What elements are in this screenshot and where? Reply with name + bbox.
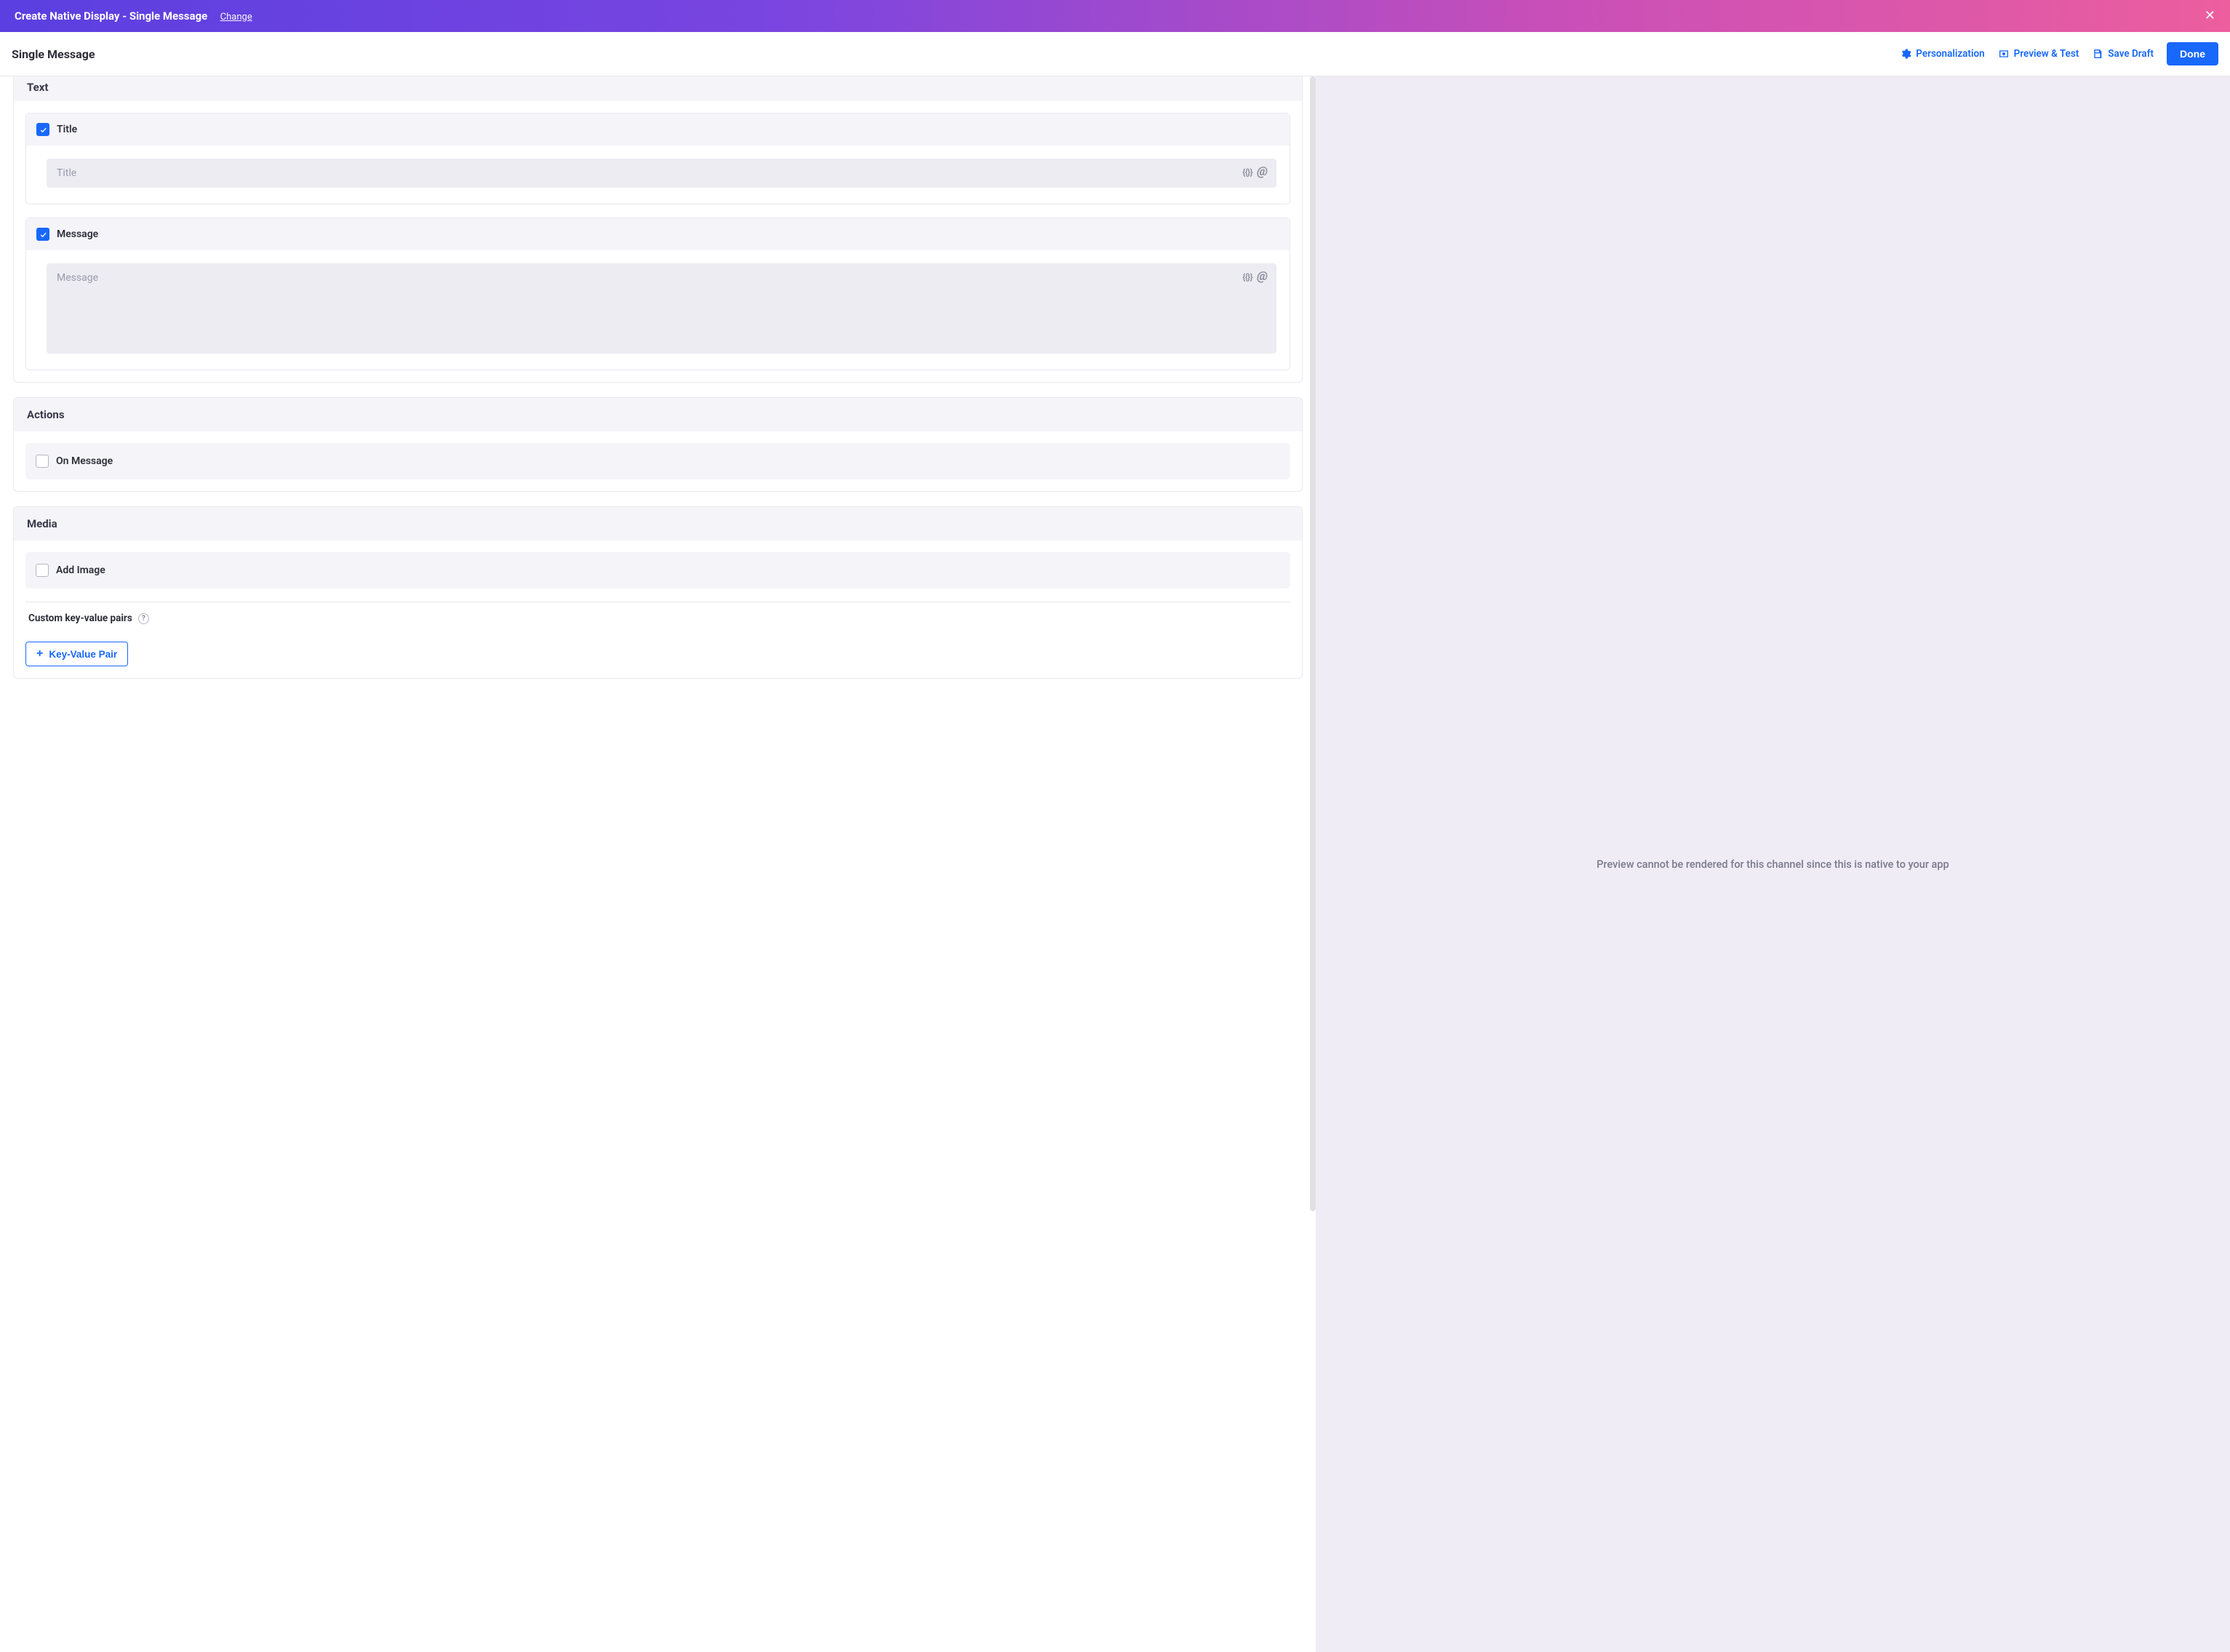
toolbar-actions: Personalization Preview & Test Save Draf…: [1900, 42, 2218, 65]
personalization-label: Personalization: [1916, 48, 1984, 60]
custom-kv-heading: Custom key-value pairs: [28, 612, 132, 624]
preview-icon: [1998, 48, 2010, 60]
liquid-braces-icon[interactable]: {{}}: [1242, 272, 1252, 282]
at-icon[interactable]: @: [1257, 166, 1268, 178]
title-label: Title: [57, 124, 77, 135]
preview-label: Preview & Test: [2014, 48, 2079, 60]
media-section-header: Media: [14, 507, 1302, 540]
preview-panel: Preview cannot be rendered for this chan…: [1316, 76, 2230, 1652]
message-block: Message {{}} @: [25, 218, 1290, 370]
scrollbar[interactable]: [1310, 76, 1316, 1211]
title-input-tools: {{}} @: [1242, 166, 1268, 178]
add-image-label: Add Image: [56, 564, 105, 576]
title-block-head: Title: [26, 113, 1290, 145]
message-label: Message: [57, 228, 98, 240]
liquid-braces-icon[interactable]: {{}}: [1242, 167, 1252, 177]
plus-icon: +: [36, 648, 43, 660]
message-input-wrap: {{}} @: [47, 263, 1276, 354]
on-message-checkbox[interactable]: [36, 455, 49, 468]
change-link[interactable]: Change: [220, 12, 252, 23]
message-block-body: {{}} @: [26, 250, 1290, 370]
on-message-label: On Message: [56, 455, 113, 467]
on-message-row: On Message: [25, 443, 1290, 479]
title-checkbox[interactable]: [36, 123, 49, 136]
main-stage: Text Title {{}} @: [0, 76, 2230, 1652]
title-block-body: {{}} @: [26, 145, 1290, 204]
close-icon[interactable]: ✕: [2205, 9, 2215, 23]
text-section: Text Title {{}} @: [13, 76, 1303, 383]
save-icon: [2092, 48, 2103, 60]
banner-title: Create Native Display - Single Message: [15, 9, 207, 23]
save-draft-button[interactable]: Save Draft: [2092, 48, 2154, 60]
at-icon[interactable]: @: [1257, 271, 1268, 283]
done-button[interactable]: Done: [2167, 42, 2218, 65]
personalization-button[interactable]: Personalization: [1900, 48, 1984, 60]
banner-left: Create Native Display - Single Message C…: [15, 9, 252, 23]
add-image-checkbox[interactable]: [36, 564, 49, 577]
text-section-body: Title {{}} @: [14, 101, 1302, 382]
preview-test-button[interactable]: Preview & Test: [1998, 48, 2079, 60]
custom-kv-heading-row: Custom key-value pairs ?: [25, 602, 1290, 633]
title-block: Title {{}} @: [25, 113, 1290, 204]
media-section-body: Add Image Custom key-value pairs ? + Key…: [14, 540, 1302, 678]
help-icon[interactable]: ?: [138, 613, 149, 624]
title-input-wrap: {{}} @: [47, 159, 1276, 188]
editor-column: Text Title {{}} @: [0, 76, 1316, 1652]
save-draft-label: Save Draft: [2108, 48, 2154, 60]
actions-section: Actions On Message: [13, 397, 1303, 492]
add-kv-label: Key-Value Pair: [49, 649, 117, 660]
check-icon: [39, 126, 47, 134]
actions-section-body: On Message: [14, 431, 1302, 491]
media-section: Media Add Image Custom key-value pairs ?…: [13, 506, 1303, 679]
message-checkbox[interactable]: [36, 228, 49, 241]
add-image-row: Add Image: [25, 552, 1290, 588]
text-section-header: Text: [14, 76, 1302, 101]
page-title: Single Message: [12, 47, 95, 61]
actions-section-header: Actions: [14, 398, 1302, 431]
gear-icon: [1900, 48, 1911, 60]
top-banner: Create Native Display - Single Message C…: [0, 0, 2230, 32]
add-kv-button[interactable]: + Key-Value Pair: [25, 642, 128, 666]
toolbar: Single Message Personalization Preview &…: [0, 32, 2230, 76]
title-input[interactable]: [57, 167, 1227, 179]
message-input[interactable]: [57, 272, 1227, 307]
check-icon: [39, 231, 47, 239]
preview-empty-message: Preview cannot be rendered for this chan…: [1596, 858, 1949, 871]
message-block-head: Message: [26, 218, 1290, 250]
message-input-tools: {{}} @: [1242, 271, 1268, 283]
